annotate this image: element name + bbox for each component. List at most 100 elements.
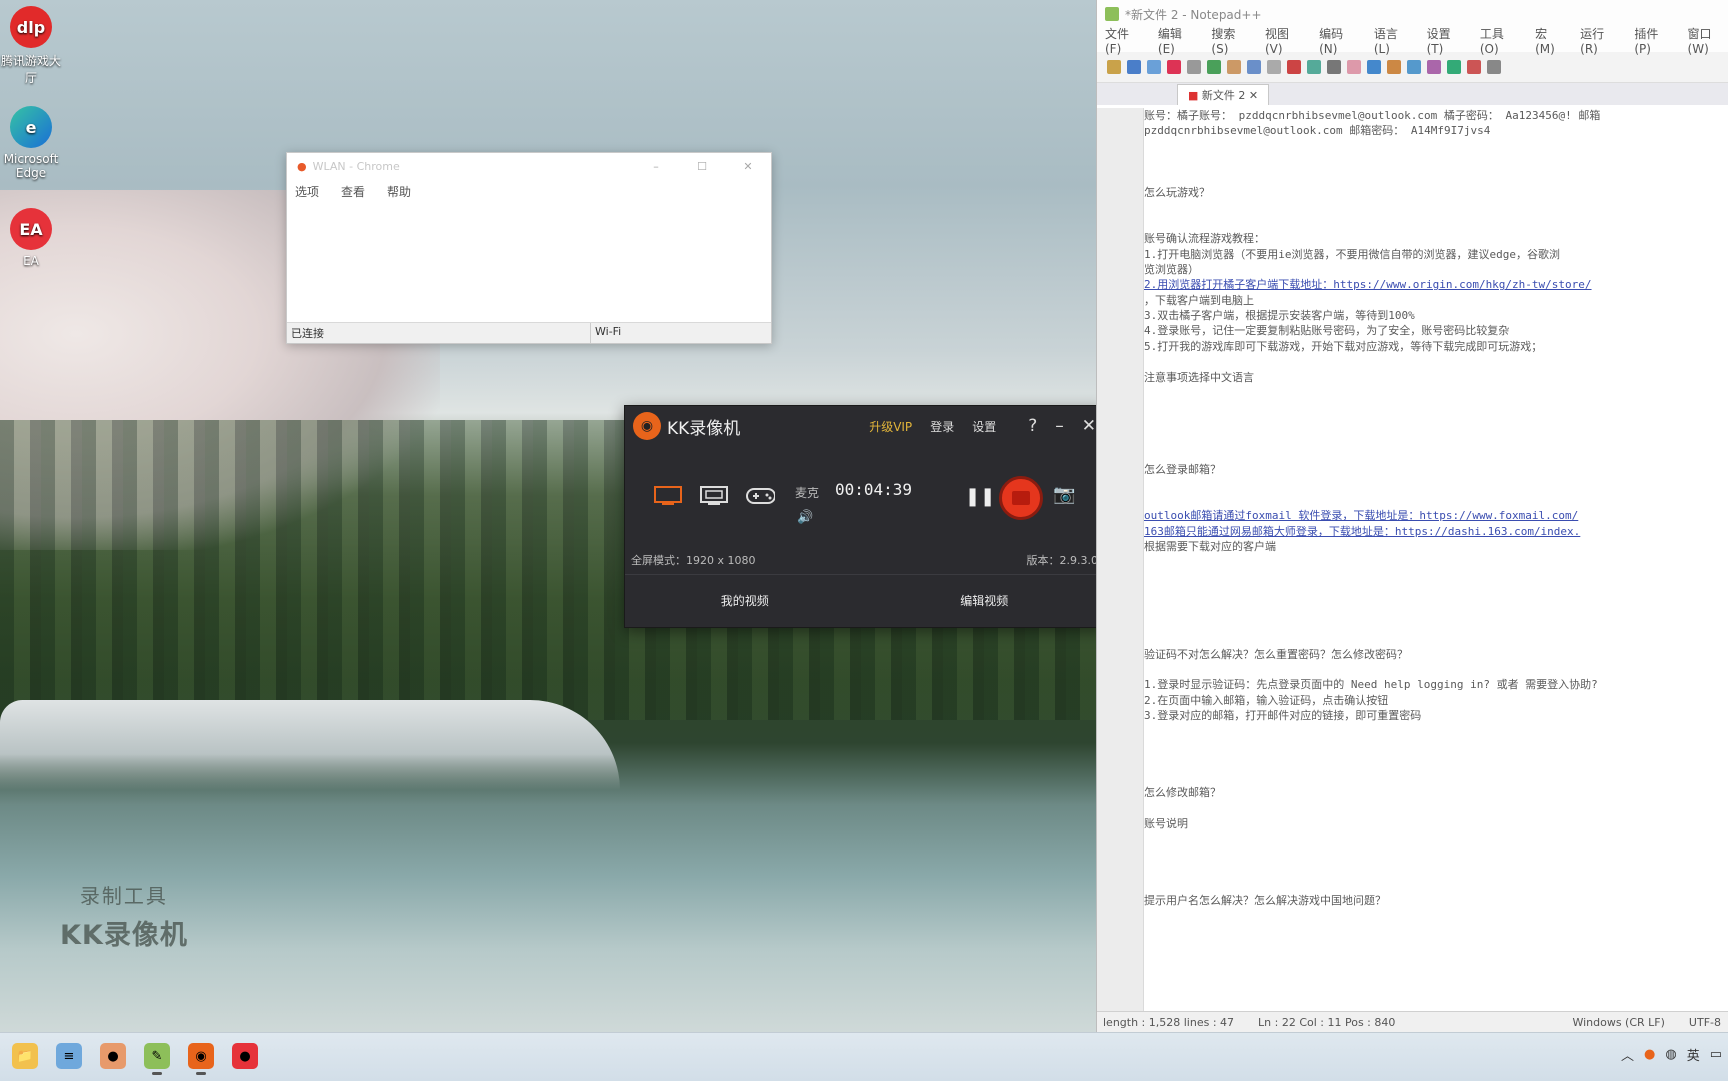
kk-tray-icon[interactable]: ● bbox=[1644, 1047, 1655, 1062]
toolbar-button-icon[interactable] bbox=[1147, 60, 1161, 74]
app-taskbar-icon[interactable]: ● bbox=[100, 1043, 126, 1069]
stop-record-button[interactable] bbox=[999, 476, 1043, 520]
editor-line: 注意事项选择中文语言 bbox=[1144, 370, 1254, 384]
editor-line: 2.在页面中输入邮箱，输入验证码，点击确认按钮 bbox=[1144, 693, 1389, 707]
minimize-button[interactable]: – bbox=[1055, 416, 1064, 436]
notepad-title: *新文件 2 - Notepad++ bbox=[1125, 7, 1262, 22]
notepad-window: *新文件 2 - Notepad++ 文件(F) 编辑(E) 搜索(S) 视图(V) 编… bbox=[1096, 0, 1728, 1032]
notepad-menu-item[interactable]: 视图(V) bbox=[1265, 25, 1303, 56]
my-videos-button[interactable]: 我的视频 bbox=[721, 592, 769, 609]
close-button[interactable]: ✕ bbox=[1082, 416, 1096, 436]
speaker-icon[interactable]: 🔊 bbox=[797, 510, 813, 525]
toolbar-button-icon[interactable] bbox=[1307, 60, 1321, 74]
editor-line: 163邮箱只能通过网易邮箱大师登录，下载地址是：https://dashi.16… bbox=[1144, 524, 1581, 538]
toolbar-button-icon[interactable] bbox=[1387, 60, 1401, 74]
menu-item-view[interactable]: 查看 bbox=[341, 183, 365, 200]
notepad-menu-item[interactable]: 设置(T) bbox=[1427, 25, 1464, 56]
toolbar-button-icon[interactable] bbox=[1487, 60, 1501, 74]
toolbar-button-icon[interactable] bbox=[1347, 60, 1361, 74]
menu-item-options[interactable]: 选项 bbox=[295, 183, 319, 200]
toolbar-button-icon[interactable] bbox=[1267, 60, 1281, 74]
toolbar-button-icon[interactable] bbox=[1167, 60, 1181, 74]
notepad-menu-item[interactable]: 编码(N) bbox=[1319, 25, 1358, 56]
kk-recorder-taskbar-icon[interactable]: ◉ bbox=[188, 1043, 214, 1075]
input-language[interactable]: 英 bbox=[1687, 1045, 1700, 1064]
upgrade-vip-link[interactable]: 升级VIP bbox=[869, 418, 912, 435]
pause-button[interactable]: ❚❚ bbox=[965, 486, 995, 507]
unsaved-file-icon: ■ bbox=[1188, 89, 1199, 102]
desktop-icon-ea[interactable]: EA EA bbox=[0, 208, 62, 268]
toolbar-button-icon[interactable] bbox=[1127, 60, 1141, 74]
menu-item-help[interactable]: 帮助 bbox=[387, 183, 411, 200]
editor-line: 1.登录时显示验证码：先点登录页面中的 Need help logging in… bbox=[1144, 678, 1598, 692]
login-link[interactable]: 登录 bbox=[930, 418, 954, 435]
kk-titlebar[interactable]: ◉ KK录像机 升级VIP 登录 设置 ? – ✕ bbox=[625, 406, 1104, 446]
notepad-toolbar bbox=[1097, 52, 1728, 83]
file-explorer-icon[interactable]: 📁 bbox=[12, 1043, 38, 1069]
record-taskbar-icon[interactable]: ● bbox=[232, 1043, 258, 1069]
toolbar-button-icon[interactable] bbox=[1427, 60, 1441, 74]
stop-icon bbox=[1012, 491, 1030, 505]
toolbar-button-icon[interactable] bbox=[1247, 60, 1261, 74]
capture-mode-info: 全屏模式：1920 x 1080 bbox=[631, 554, 756, 567]
notepad-menu-item[interactable]: 编辑(E) bbox=[1158, 25, 1196, 56]
notepad-editor[interactable]: 账号：橘子账号： pzddqcnrbhibsevmel@outlook.com … bbox=[1097, 108, 1728, 1012]
desktop-icon-game-hall[interactable]: dlp 腾讯游戏大厅 bbox=[0, 6, 62, 86]
toolbar-button-icon[interactable] bbox=[1447, 60, 1461, 74]
desktop-icon-label: EA bbox=[23, 254, 39, 268]
fullscreen-mode-icon[interactable] bbox=[653, 485, 683, 507]
toolbar-button-icon[interactable] bbox=[1467, 60, 1481, 74]
tab-label: 新文件 2 bbox=[1201, 89, 1246, 102]
editor-text[interactable]: 账号：橘子账号： pzddqcnrbhibsevmel@outlook.com … bbox=[1144, 108, 1728, 1012]
game-mode-icon[interactable] bbox=[745, 485, 775, 507]
toolbar-button-icon[interactable] bbox=[1287, 60, 1301, 74]
notepad-menu-item[interactable]: 文件(F) bbox=[1105, 25, 1142, 56]
editor-line: 怎么登录邮箱？ bbox=[1144, 462, 1221, 476]
notepad-menu-item[interactable]: 工具(O) bbox=[1480, 25, 1519, 56]
screenshot-camera-icon[interactable]: 📷 bbox=[1053, 484, 1075, 505]
toolbar-button-icon[interactable] bbox=[1207, 60, 1221, 74]
settings-link[interactable]: 设置 bbox=[972, 418, 996, 435]
minimize-button[interactable]: – bbox=[633, 160, 679, 173]
toolbar-button-icon[interactable] bbox=[1227, 60, 1241, 74]
wlan-window-title: WLAN - Chrome bbox=[312, 159, 400, 173]
notepad-menu-item[interactable]: 窗口(W) bbox=[1688, 25, 1728, 56]
edge-icon: e bbox=[10, 106, 52, 148]
close-button[interactable]: ✕ bbox=[725, 160, 771, 173]
notepad-menu-item[interactable]: 插件(P) bbox=[1634, 25, 1671, 56]
toolbar-button-icon[interactable] bbox=[1187, 60, 1201, 74]
editor-line: 账号说明 bbox=[1144, 816, 1188, 830]
notepad-menu-item[interactable]: 语言(L) bbox=[1374, 25, 1411, 56]
help-button[interactable]: ? bbox=[1028, 416, 1037, 436]
network-icon[interactable]: ◍ bbox=[1665, 1047, 1676, 1062]
toolbar-button-icon[interactable] bbox=[1327, 60, 1341, 74]
toolbar-button-icon[interactable] bbox=[1107, 60, 1121, 74]
background-rocks bbox=[0, 700, 620, 790]
edit-video-button[interactable]: 编辑视频 bbox=[960, 592, 1008, 609]
maximize-button[interactable]: ☐ bbox=[679, 160, 725, 173]
kk-title: KK录像机 bbox=[667, 418, 741, 439]
notepad-menu-item[interactable]: 搜索(S) bbox=[1211, 25, 1249, 56]
monitor-icon[interactable]: ▭ bbox=[1710, 1047, 1722, 1062]
toolbar-button-icon[interactable] bbox=[1367, 60, 1381, 74]
editor-line: 账号确认流程游戏教程： bbox=[1144, 232, 1265, 246]
toolbar-button-icon[interactable] bbox=[1407, 60, 1421, 74]
desktop-icon-edge[interactable]: e Microsoft Edge bbox=[0, 106, 62, 180]
wlan-window-titlebar[interactable]: ● WLAN - Chrome – ☐ ✕ bbox=[287, 153, 771, 179]
notepad-menu-item[interactable]: 宏(M) bbox=[1535, 25, 1564, 56]
notepad-menu-item[interactable]: 运行(R) bbox=[1580, 25, 1618, 56]
region-mode-icon[interactable] bbox=[699, 485, 729, 507]
notepad-taskbar-icon[interactable]: ≡ bbox=[56, 1043, 82, 1069]
notepad-plus-taskbar-icon[interactable]: ✎ bbox=[144, 1043, 170, 1075]
tab-new-file-2[interactable]: ■ 新文件 2 ✕ bbox=[1177, 84, 1270, 105]
kk-recorder-window: ◉ KK录像机 升级VIP 登录 设置 ? – ✕ 麦克 🔊 00:04:39 … bbox=[624, 405, 1105, 628]
chevron-up-icon[interactable]: ︿ bbox=[1621, 1045, 1634, 1064]
